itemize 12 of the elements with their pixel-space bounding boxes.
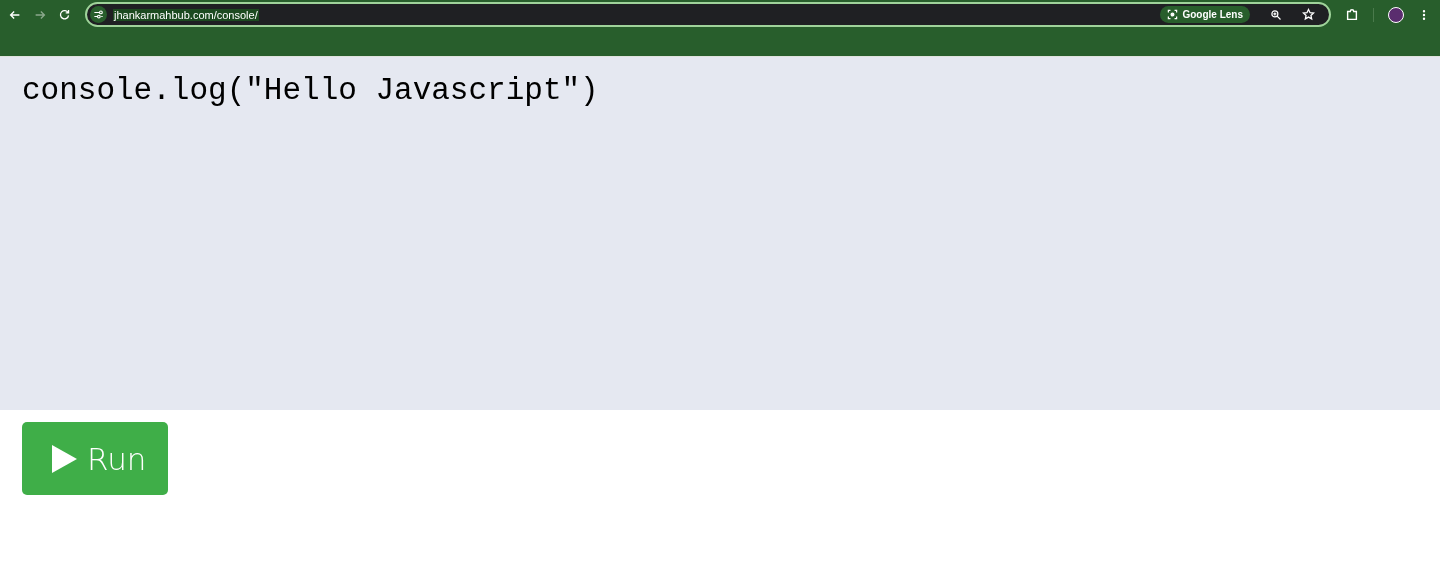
code-text: console.log("Hello Javascript") — [22, 73, 599, 108]
address-bar[interactable]: jhankarmahbub.com/console/ Google Lens — [85, 2, 1331, 27]
google-lens-button[interactable]: Google Lens — [1160, 6, 1250, 23]
site-settings-icon[interactable] — [90, 6, 107, 23]
url-text: jhankarmahbub.com/console/ — [113, 8, 259, 21]
extensions-icon[interactable] — [1345, 7, 1359, 22]
lens-icon — [1167, 9, 1179, 20]
zoom-icon[interactable] — [1270, 8, 1282, 21]
reload-icon[interactable] — [58, 8, 71, 21]
profile-avatar[interactable] — [1388, 6, 1404, 23]
play-icon — [52, 444, 77, 473]
bookmark-star-icon[interactable] — [1302, 8, 1315, 21]
